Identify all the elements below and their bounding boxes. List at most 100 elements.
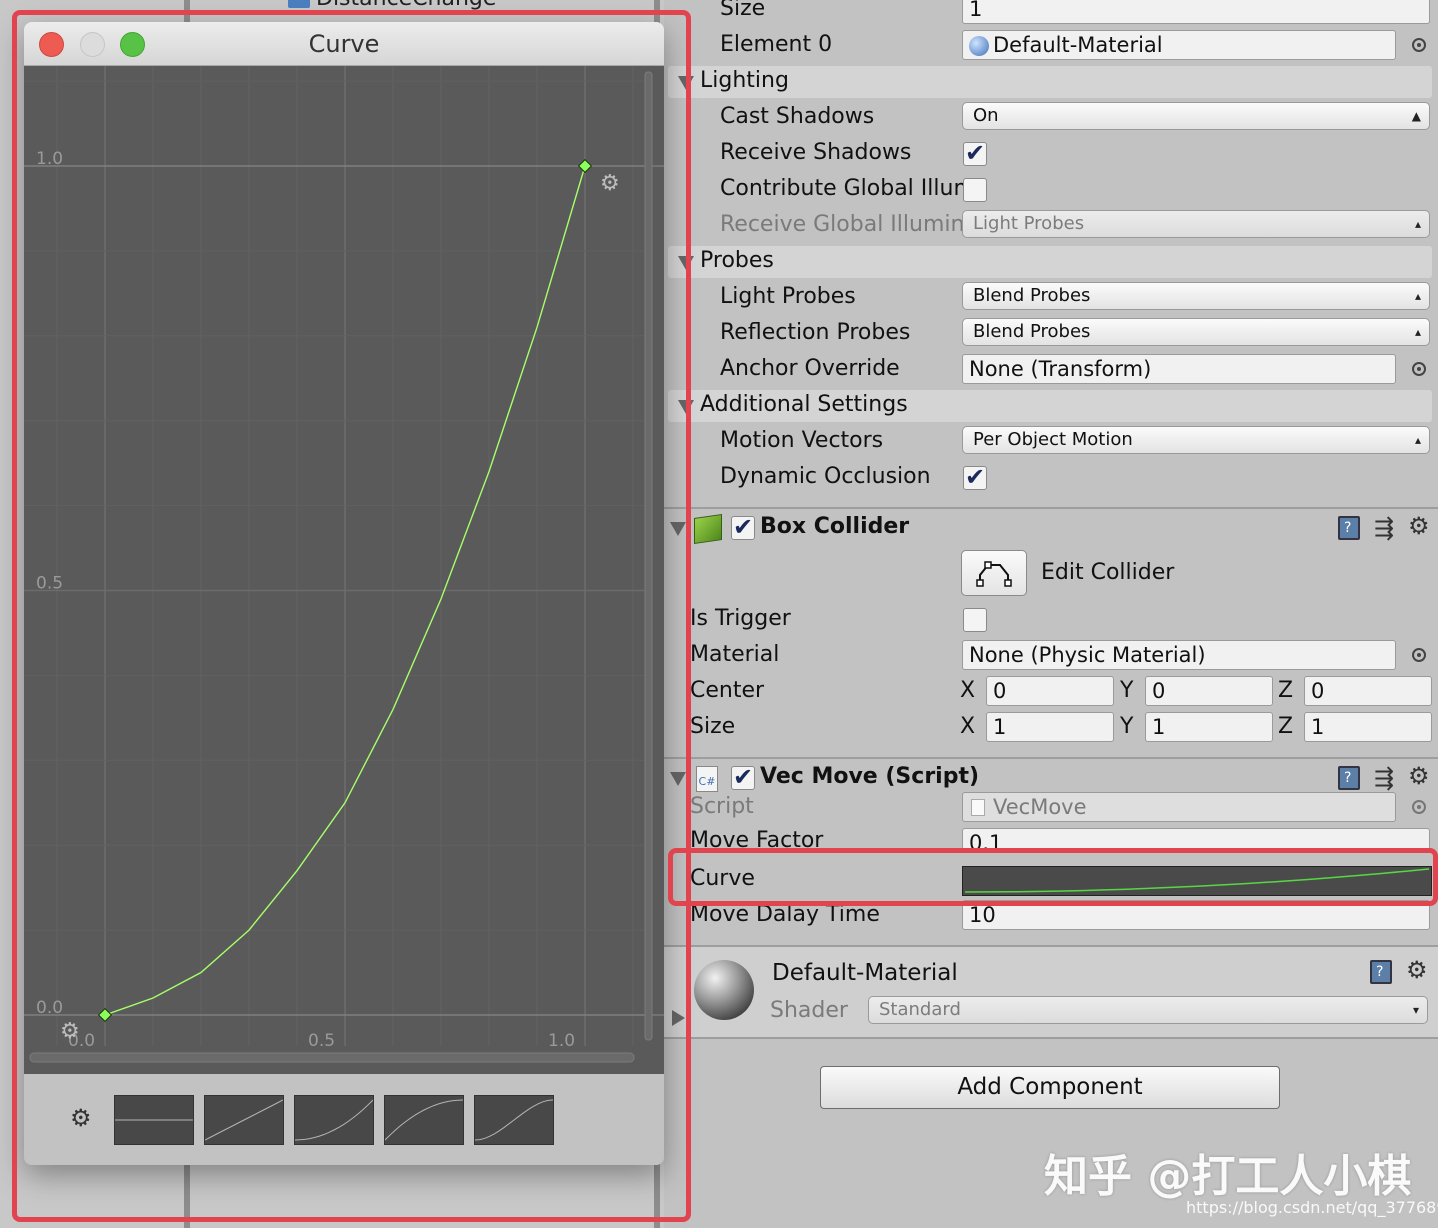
gear-icon[interactable]: ⚙ [1406,958,1428,982]
center-label: Center [690,678,765,703]
anchor-override-field[interactable]: None (Transform) [962,354,1396,384]
box-collider-enabled-checkbox[interactable]: ✔ [731,513,755,541]
element-0-field[interactable]: Default-Material [962,30,1396,60]
receive-gi-label: Receive Global Illumina [720,212,978,237]
probes-foldout[interactable] [668,246,1432,278]
shader-dropdown[interactable]: Standard ▾ [868,996,1428,1024]
foldout-arrow-icon[interactable] [678,76,694,90]
cast-shadows-value: On [973,105,999,126]
center-z-field[interactable]: 0 [1304,676,1432,706]
receive-gi-value: Light Probes [973,213,1085,234]
light-probes-dropdown[interactable]: Blend Probes ▴ [962,282,1430,310]
curve-preset-ease-in-out[interactable] [474,1095,554,1145]
presets-gear-icon[interactable]: ⚙ [70,1104,92,1132]
component-divider [664,1037,1438,1039]
gear-icon[interactable]: ⚙ [1408,764,1430,788]
help-book-icon[interactable] [1338,766,1360,790]
move-factor-field[interactable]: 0.1 [962,828,1430,850]
collider-material-field[interactable]: None (Physic Material) [962,640,1396,670]
checkmark-icon: ✔ [965,139,986,167]
object-picker-icon[interactable] [1412,648,1426,662]
x-tick-label: 0.5 [308,1031,335,1051]
foldout-arrow-icon[interactable] [670,522,686,536]
motion-vectors-label: Motion Vectors [720,428,884,453]
motion-vectors-dropdown[interactable]: Per Object Motion ▴ [962,426,1430,454]
preset-sliders-icon[interactable]: ⇶ [1374,516,1394,540]
center-y-label: Y [1120,678,1134,703]
element-0-label: Element 0 [720,32,833,57]
vec-move-title: Vec Move (Script) [760,764,980,789]
preset-curve [474,1099,554,1141]
shader-label: Shader [770,998,848,1023]
updown-arrow-icon: ▲ [1411,109,1421,123]
csharp-script-icon: C# [696,766,718,792]
foldout-arrow-icon[interactable] [670,772,686,786]
reflection-probes-label: Reflection Probes [720,320,911,345]
curve-preset-constant[interactable] [114,1095,194,1145]
cast-shadows-label: Cast Shadows [720,104,875,129]
foldout-arrow-icon[interactable] [672,1010,685,1026]
add-component-button[interactable]: Add Component [820,1066,1280,1109]
preset-preview [115,1119,193,1121]
y-tick-label: 1.0 [36,149,63,169]
receive-gi-dropdown: Light Probes ▴ [962,210,1430,238]
object-picker-icon[interactable] [1412,362,1426,376]
is-trigger-checkbox[interactable] [963,608,987,632]
updown-arrow-icon: ▴ [1414,289,1421,303]
key-gear-icon[interactable]: ⚙ [600,171,620,196]
motion-vectors-value: Per Object Motion [973,429,1133,450]
receive-shadows-checkbox[interactable]: ✔ [963,139,987,167]
move-delay-field[interactable]: 10 [962,900,1430,930]
curve-preset-linear[interactable] [204,1095,284,1145]
size-y-label: Y [1120,714,1134,739]
object-picker-icon[interactable] [1412,38,1426,52]
object-picker-icon [1412,800,1426,814]
additional-settings-title: Additional Settings [700,392,908,417]
contribute-gi-checkbox[interactable] [963,178,987,202]
script-value: VecMove [993,795,1087,819]
vec-move-enabled-checkbox[interactable]: ✔ [731,763,755,791]
cast-shadows-dropdown[interactable]: On ▲ [962,102,1430,130]
vertical-scrollbar[interactable] [644,71,653,1041]
curve-label: Curve [690,866,755,891]
script-label: Script [690,794,754,819]
foldout-arrow-icon[interactable] [678,400,694,414]
updown-arrow-icon: ▴ [1414,217,1421,231]
size-x-field[interactable]: 1 [986,712,1114,742]
key-gear-icon[interactable]: ⚙ [60,1019,80,1044]
size-z-label: Z [1278,714,1294,739]
help-book-icon[interactable] [1338,516,1360,540]
center-y-field[interactable]: 0 [1145,676,1273,706]
materials-size-field[interactable]: 1 [962,0,1430,24]
gear-icon[interactable]: ⚙ [1408,514,1430,538]
csharp-file-icon [971,799,985,816]
help-book-icon[interactable] [1370,960,1392,984]
lighting-title: Lighting [700,68,789,93]
checkmark-icon: ✔ [733,513,754,541]
hierarchy-item-label[interactable]: DistanceChange [316,0,496,11]
edit-collider-button[interactable] [961,550,1027,596]
reflection-probes-dropdown[interactable]: Blend Probes ▴ [962,318,1430,346]
collider-size-label: Size [690,714,736,739]
script-field: VecMove [962,792,1396,822]
foldout-arrow-icon[interactable] [678,256,694,270]
curve-graph[interactable]: 1.00.50.00.0 0.5 1.0 ⚙ ⚙ [24,66,664,1074]
curve-preset-ease-out[interactable] [384,1095,464,1145]
light-probes-value: Blend Probes [973,285,1091,306]
preset-preview [474,1099,554,1141]
horizontal-scrollbar[interactable] [29,1052,635,1063]
size-z-field[interactable]: 1 [1304,712,1432,742]
element-0-value: Default-Material [993,33,1163,57]
window-title-bar[interactable]: Curve [24,22,664,66]
inspector-panel: Size 1 Element 0 Default-Material Lighti… [664,0,1438,1228]
preset-sliders-icon[interactable]: ⇶ [1374,766,1394,790]
curve-field[interactable] [962,866,1432,896]
x-tick-label: 1.0 [548,1031,575,1051]
dynamic-occlusion-checkbox[interactable]: ✔ [963,463,987,491]
center-x-field[interactable]: 0 [986,676,1114,706]
size-y-field[interactable]: 1 [1145,712,1273,742]
size-x-label: X [960,714,976,739]
curve-preset-ease-in[interactable] [294,1095,374,1145]
center-z-label: Z [1278,678,1294,703]
checkmark-icon: ✔ [733,763,754,791]
